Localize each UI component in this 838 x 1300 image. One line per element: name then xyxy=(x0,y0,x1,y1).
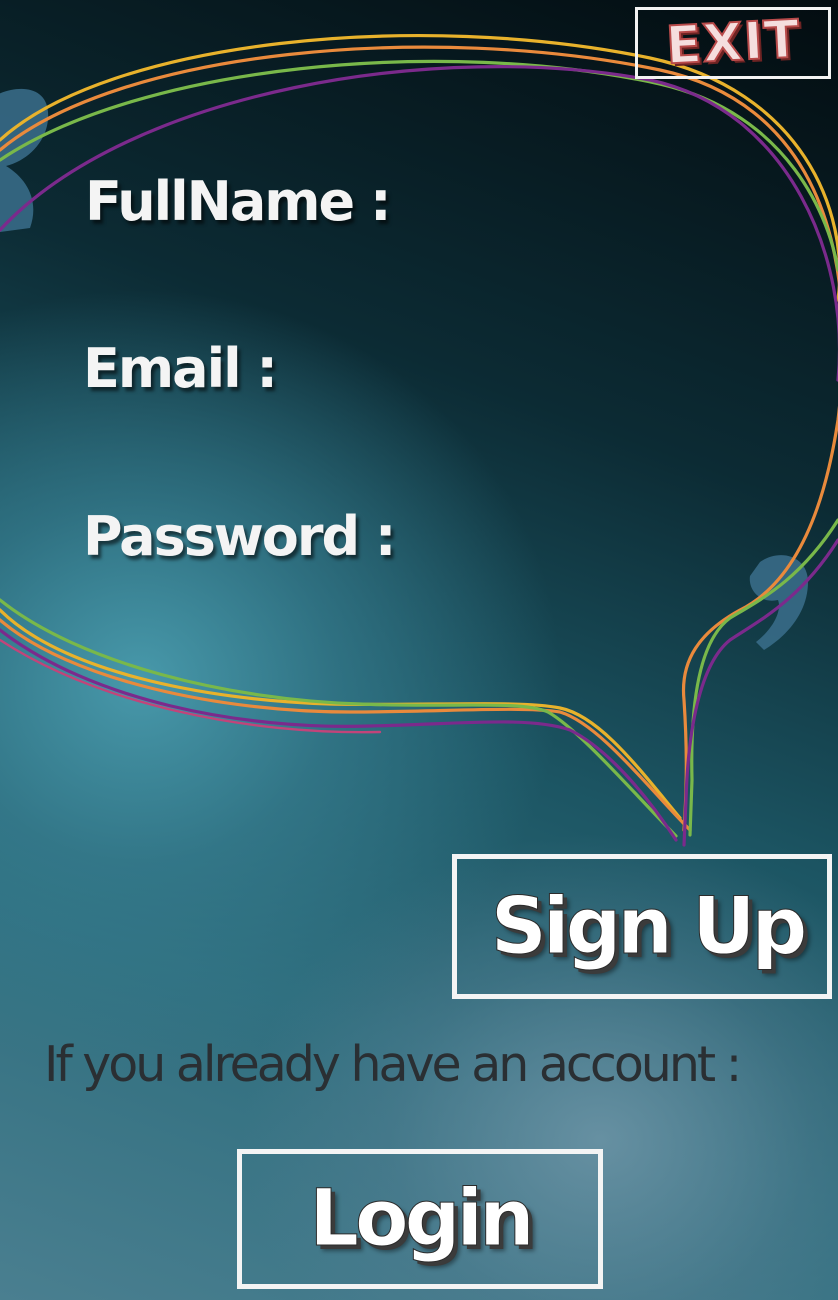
exit-button-label: EXIT xyxy=(663,9,802,78)
email-label: Email : xyxy=(83,337,278,400)
sign-up-button-label: Sign Up xyxy=(490,881,808,972)
exit-button[interactable]: EXIT xyxy=(635,7,831,79)
login-button-label: Login xyxy=(309,1174,535,1264)
password-label: Password : xyxy=(83,505,397,568)
account-prompt-text: If you already have an account : xyxy=(44,1036,742,1093)
sign-up-button[interactable]: Sign Up xyxy=(452,854,832,999)
fullname-label: FullName : xyxy=(85,170,392,233)
speech-bubble-icon xyxy=(0,34,838,847)
login-button[interactable]: Login xyxy=(237,1149,603,1289)
